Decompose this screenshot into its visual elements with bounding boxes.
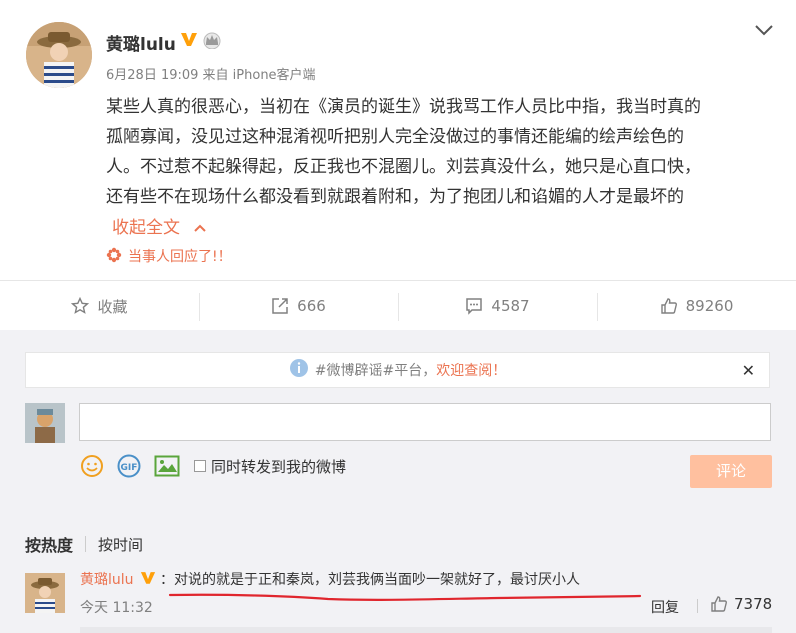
reply-button[interactable]: 回复 xyxy=(651,597,679,617)
post-content-line: 孤陋寡闻，没见过这种混淆视听把别人完全没做过的事情还能编的绘声绘色的 xyxy=(106,127,684,147)
comment-button[interactable]: 4587 xyxy=(398,281,597,331)
comment-like-count: 7378 xyxy=(734,595,773,613)
sub-comments-strip xyxy=(80,627,772,633)
verified-v-icon xyxy=(140,570,156,589)
post-content-line: 人。不过惹不起躲得起，反正我也不混圈儿。刘芸真没什么，她只是心直口快， xyxy=(106,157,701,177)
favorite-label: 收藏 xyxy=(97,297,128,316)
collapse-full-text-link[interactable]: 收起全文 xyxy=(112,213,207,238)
comments-panel: #微博辟谣#平台， 欢迎查阅！ ✕ GIF 同时转发到我的微博 评论 按热度 按… xyxy=(0,330,796,633)
comment-time: 今天 11:32 xyxy=(80,600,153,616)
verified-v-icon xyxy=(180,31,198,51)
thumbs-up-icon xyxy=(711,596,727,612)
sort-divider xyxy=(85,536,87,552)
favorite-button[interactable]: 收藏 xyxy=(0,281,199,331)
topic-link[interactable]: 当事人回应了!！ xyxy=(106,246,232,267)
post-content: 某些人真的很恶心，当初在《演员的诞生》说我骂工作人员比中指，我当时真的 孤陋寡闻… xyxy=(106,92,774,212)
comment-action-divider xyxy=(697,599,698,613)
close-icon[interactable]: ✕ xyxy=(742,361,755,380)
notice-text: #微博辟谣#平台， xyxy=(314,363,437,379)
thumbs-up-icon xyxy=(660,298,677,314)
weibo-post: 黄璐lulu 6月28日 19:09 来自 iPhone客户端 某些人真的很恶心… xyxy=(0,0,796,280)
share-icon xyxy=(272,298,288,314)
comment-like-button[interactable]: 7378 xyxy=(710,595,772,613)
topic-label: 当事人回应了!！ xyxy=(128,249,232,265)
forward-label: 同时转发到我的微博 xyxy=(211,457,347,476)
like-button[interactable]: 89260 xyxy=(597,281,796,331)
gif-icon[interactable]: GIF xyxy=(116,454,142,478)
checkbox-box[interactable] xyxy=(194,460,206,472)
collapse-label: 收起全文 xyxy=(112,218,180,238)
comment-sort-tabs: 按热度 按时间 xyxy=(25,532,143,556)
rumor-notice-banner: #微博辟谣#平台， 欢迎查阅！ ✕ xyxy=(25,352,770,388)
notice-link[interactable]: 欢迎查阅！ xyxy=(436,360,506,380)
post-action-bar: 收藏 666 4587 89260 xyxy=(0,280,796,330)
commenter-name[interactable]: 黄璐lulu xyxy=(80,569,134,589)
comment-text: ：对说的就是于正和秦岚，刘芸我俩当面吵一架就好了，最讨厌小人 xyxy=(160,572,580,588)
post-author-name[interactable]: 黄璐lulu xyxy=(106,30,176,55)
svg-text:GIF: GIF xyxy=(121,463,138,473)
chevron-down-icon[interactable] xyxy=(754,22,774,41)
submit-comment-button[interactable]: 评论 xyxy=(690,455,772,488)
repost-count: 666 xyxy=(297,297,326,315)
sort-by-hot-tab[interactable]: 按热度 xyxy=(25,532,73,556)
comment-count: 4587 xyxy=(491,297,530,315)
emoji-icon[interactable] xyxy=(80,454,104,478)
post-content-line: 还有些不在现场什么都没看到就跟着附和，为了抱团儿和谄媚的人才是最坏的 xyxy=(106,187,684,207)
repost-button[interactable]: 666 xyxy=(199,281,398,331)
forward-to-weibo-checkbox[interactable]: 同时转发到我的微博 xyxy=(194,456,346,477)
crown-icon[interactable] xyxy=(202,31,222,53)
star-icon xyxy=(71,297,90,314)
comment-toolbar: GIF 同时转发到我的微博 xyxy=(80,454,346,478)
post-content-line: 某些人真的很恶心，当初在《演员的诞生》说我骂工作人员比中指，我当时真的 xyxy=(106,97,701,117)
comment-input[interactable] xyxy=(79,403,771,441)
comment-icon xyxy=(466,298,483,315)
current-user-avatar[interactable] xyxy=(25,403,65,443)
red-underline-annotation xyxy=(168,593,642,601)
like-count: 89260 xyxy=(685,297,734,315)
post-meta: 6月28日 19:09 来自 iPhone客户端 xyxy=(106,68,316,83)
flower-icon xyxy=(106,247,122,267)
author-avatar[interactable] xyxy=(26,22,92,88)
commenter-avatar[interactable] xyxy=(25,573,65,613)
image-icon[interactable] xyxy=(154,455,180,477)
chevron-up-icon xyxy=(193,218,207,238)
info-icon xyxy=(289,358,309,382)
sort-by-time-tab[interactable]: 按时间 xyxy=(98,534,143,555)
